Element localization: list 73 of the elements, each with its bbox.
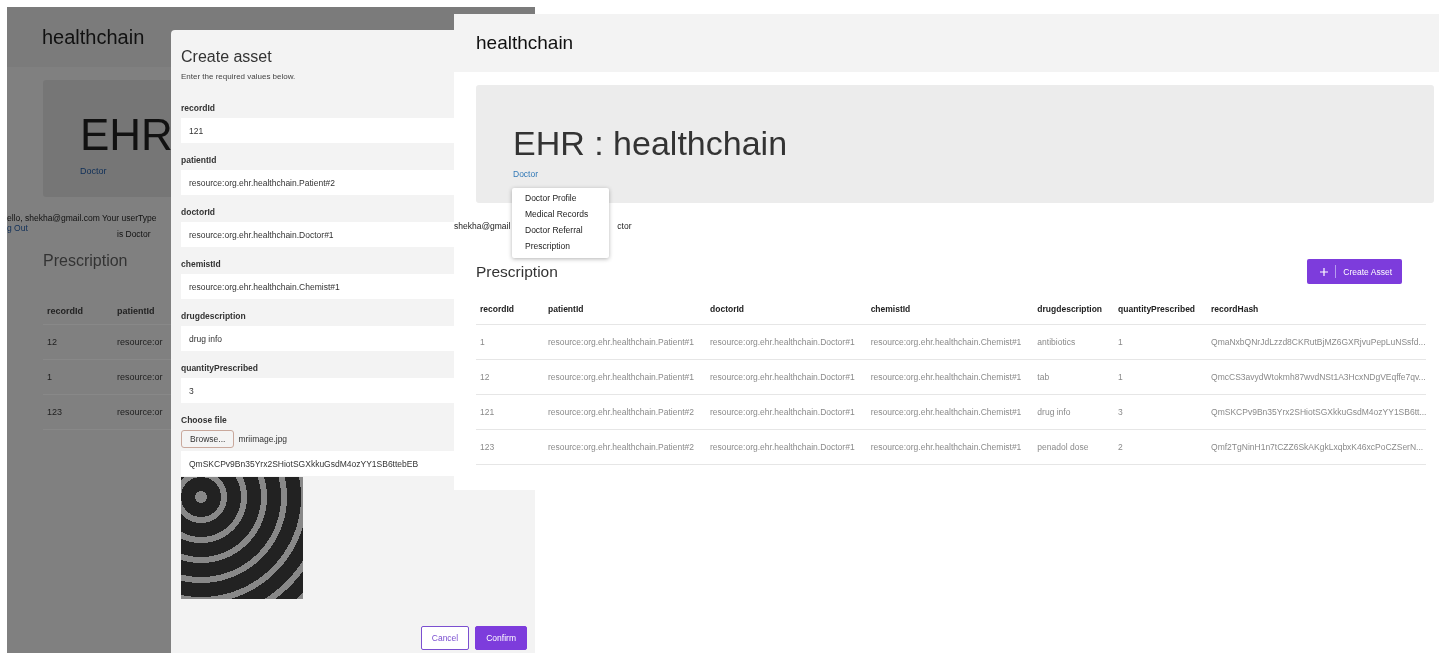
column-header: patientId [544, 294, 707, 325]
modal-subtitle: Enter the required values below. [181, 72, 296, 81]
table-cell: 1 [1114, 359, 1208, 395]
table-cell: 2 [1114, 429, 1208, 465]
table-cell: QmcCS3avydWtokmh87wvdNSt1A3HcxNDgVEqffe7qv... [1207, 359, 1427, 395]
column-header: recordId [43, 298, 113, 325]
create-asset-button[interactable]: Create Asset [1307, 259, 1402, 284]
table-cell: QmSKCPv9Bn35Yrx2SHiotSGXkkuGsdM4ozYY1SB6tt... [1207, 394, 1427, 430]
greeting-text: ctor [617, 221, 632, 231]
brand-title: healthchain [42, 25, 145, 49]
table-cell: 3 [1114, 394, 1208, 430]
column-header: chemistId [866, 294, 1034, 325]
field-label: doctorId [181, 207, 215, 217]
table-cell: resource:org.ehr.healthchain.Patient#2 [544, 394, 707, 430]
user-type-text: is Doctor [117, 229, 151, 239]
input-field[interactable]: resource:org.ehr.healthchain.Chemist#1 [181, 274, 454, 299]
jumbotron-title: EHR : healthchain [513, 123, 788, 163]
role-link[interactable]: Doctor [513, 169, 539, 179]
table-cell: drug info [1033, 394, 1115, 430]
table-cell: resource:org.ehr.healthchain.Patient#1 [544, 359, 707, 395]
table-cell: 121 [476, 394, 544, 430]
table-cell: resource:org.ehr.healthchain.Chemist#1 [866, 394, 1034, 430]
column-header: recordHash [1207, 294, 1427, 325]
menu-item[interactable]: Doctor Referral [512, 223, 609, 239]
section-title: Prescription [43, 252, 128, 270]
table-cell: 123 [43, 394, 113, 430]
menu-item[interactable]: Prescription [512, 239, 609, 255]
table-cell: resource:org.ehr.healthchain.Doctor#1 [706, 429, 867, 465]
brand-title: healthchain [476, 32, 574, 54]
greeting-text: shekha@gmail [454, 221, 511, 231]
table-cell: resource:org.ehr.healthchain.Chemist#1 [866, 324, 1034, 360]
menu-item[interactable]: Medical Records [512, 207, 609, 223]
table-cell: resource:org.ehr.healthchain.Patient#2 [544, 429, 707, 465]
table-cell: tab [1033, 359, 1115, 395]
table-cell: QmaNxbQNrJdLzzd8CKRutBjMZ6GXRjvuPepLuNSsfd... [1207, 324, 1427, 360]
table-cell: resource:org.ehr.healthchain.Doctor#1 [706, 394, 867, 430]
column-header: recordId [476, 294, 544, 325]
browse-button[interactable]: Browse... [181, 430, 235, 448]
column-header: drugdescription [1033, 294, 1115, 325]
input-field[interactable]: resource:org.ehr.healthchain.Patient#2 [181, 170, 454, 195]
table-cell: 1 [476, 324, 544, 360]
cancel-button[interactable]: Cancel [420, 626, 470, 650]
table-cell: 12 [476, 359, 544, 395]
table-cell: 1 [1114, 324, 1208, 360]
table-cell: resource:org.ehr.healthchain.Doctor#1 [706, 324, 867, 360]
table-cell: penadol dose [1033, 429, 1115, 465]
input-field[interactable]: 3 [181, 378, 454, 403]
field-label: recordId [181, 103, 215, 113]
field-label: patientId [181, 155, 217, 165]
table-cell: Qmf2TgNinH1n7tCZZ6SkAKgkLxqbxK46xcPoCZSerN... [1207, 429, 1427, 465]
menu-item[interactable]: Doctor Profile [512, 191, 609, 207]
table-cell: antibiotics [1033, 324, 1115, 360]
input-field[interactable]: drug info [181, 326, 454, 351]
table-cell: resource:org.ehr.healthchain.Chemist#1 [866, 429, 1034, 465]
column-header: doctorId [706, 294, 867, 325]
column-header: quantityPrescribed [1114, 294, 1208, 325]
file-name: mriimage.jpg [238, 434, 288, 444]
table-cell: 12 [43, 324, 113, 360]
table-cell: 123 [476, 429, 544, 465]
input-field[interactable]: 121 [181, 118, 454, 143]
table-cell: 1 [43, 359, 113, 395]
input-field[interactable]: resource:org.ehr.healthchain.Doctor#1 [181, 222, 454, 247]
modal-title: Create asset [181, 48, 272, 66]
confirm-button[interactable]: Confirm [475, 626, 527, 650]
table-cell: resource:org.ehr.healthchain.Doctor#1 [706, 359, 867, 395]
plus-icon [1320, 267, 1329, 276]
section-title: Prescription [476, 262, 558, 281]
greeting-text: ello, shekha@gmail.com Your userType [7, 213, 157, 223]
table-cell: resource:org.ehr.healthchain.Patient#1 [544, 324, 707, 360]
table-cell: resource:org.ehr.healthchain.Chemist#1 [866, 359, 1034, 395]
field-label: chemistId [181, 259, 221, 269]
jumbotron-title: EHR [80, 110, 173, 160]
hash-field[interactable]: QmSKCPv9Bn35Yrx2SHiotSGXkkuGsdM4ozYY1SB6ttebEB [181, 451, 454, 476]
